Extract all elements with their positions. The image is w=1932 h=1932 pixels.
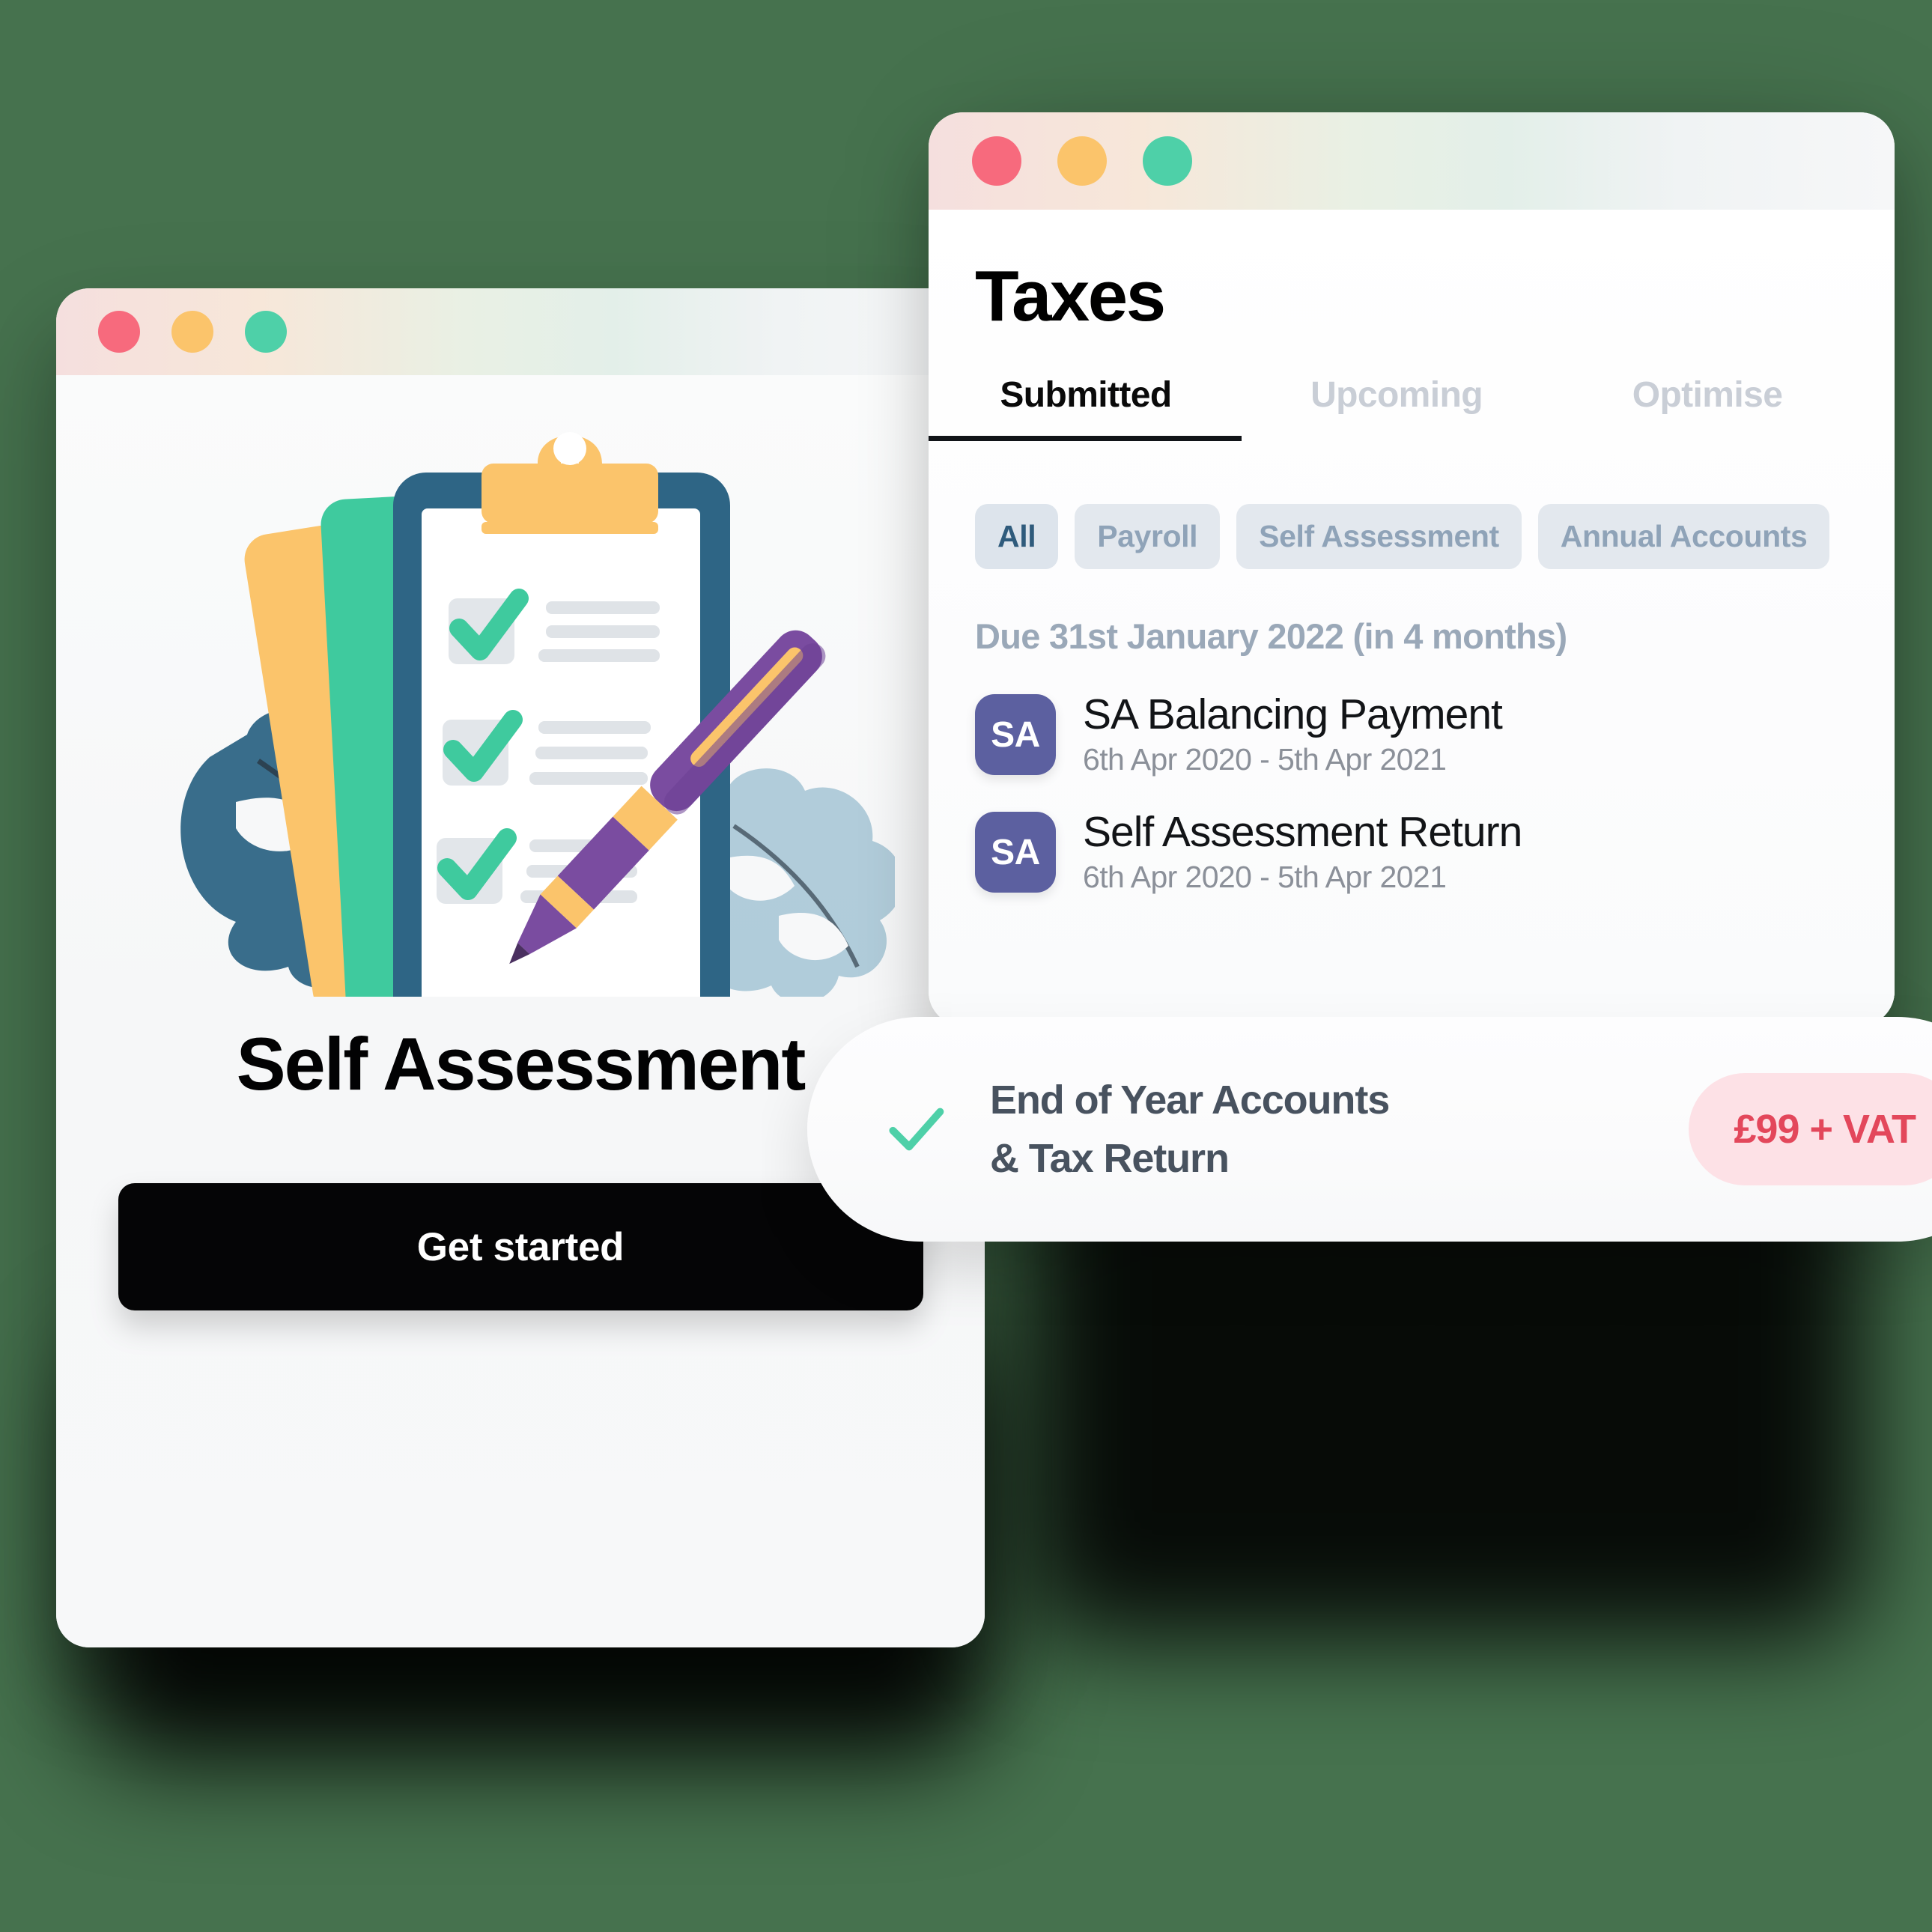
eoy-line-2: & Tax Return [990,1136,1230,1181]
tab-optimise[interactable]: Optimise [1550,374,1865,441]
sa-badge-icon: SA [975,812,1056,893]
list-item-title: Self Assessment Return [1083,807,1522,856]
list-item-title: SA Balancing Payment [1083,690,1503,738]
filter-chip-annual-accounts[interactable]: Annual Accounts [1537,504,1830,569]
maximize-button-icon[interactable] [1143,136,1192,186]
filter-chip-self-assessment[interactable]: Self Assessment [1236,504,1522,569]
filter-chip-all[interactable]: All [975,504,1059,569]
clipboard-checklist-illustration [180,432,895,997]
list-item[interactable]: SA Self Assessment Return 6th Apr 2020 -… [975,807,1895,895]
taxes-window-body: Taxes Submitted Upcoming Optimise All Pa… [929,210,1895,1026]
list-item-text: Self Assessment Return 6th Apr 2020 - 5t… [1083,807,1522,895]
self-assessment-window: Self Assessment Get started [56,288,985,1647]
end-of-year-accounts-label: End of Year Accounts & Tax Return [990,1071,1648,1188]
left-window-titlebar [56,288,985,375]
active-tab-indicator [929,436,1242,441]
close-button-icon[interactable] [972,136,1021,186]
minimize-button-icon[interactable] [171,311,213,353]
list-item-period: 6th Apr 2020 - 5th Apr 2021 [1083,741,1447,777]
taxes-filter-chips: All Payroll Self Assessment Annual Accou… [929,441,1895,569]
taxes-window-titlebar [929,112,1895,210]
close-button-icon[interactable] [98,311,140,353]
end-of-year-accounts-card[interactable]: End of Year Accounts & Tax Return £99 + … [807,1017,1932,1242]
get-started-button[interactable]: Get started [118,1183,923,1310]
list-item-text: SA Balancing Payment 6th Apr 2020 - 5th … [1083,690,1503,777]
tab-submitted[interactable]: Submitted [929,374,1243,441]
taxes-tab-bar: Submitted Upcoming Optimise [929,332,1895,441]
price-badge[interactable]: £99 + VAT [1689,1073,1932,1185]
taxes-page-title: Taxes [975,256,1166,336]
page-title: Self Assessment [236,1022,806,1105]
sa-badge-icon: SA [975,694,1056,776]
taxes-window: Taxes Submitted Upcoming Optimise All Pa… [929,112,1895,1026]
due-date-heading: Due 31st January 2022 (in 4 months) [975,616,1567,656]
eoy-line-1: End of Year Accounts [990,1077,1390,1123]
maximize-button-icon[interactable] [245,311,287,353]
tax-item-list: SA SA Balancing Payment 6th Apr 2020 - 5… [929,657,1895,895]
check-icon [889,1108,944,1151]
filter-chip-payroll[interactable]: Payroll [1075,504,1221,569]
tab-upcoming[interactable]: Upcoming [1243,374,1550,441]
minimize-button-icon[interactable] [1057,136,1107,186]
list-item[interactable]: SA SA Balancing Payment 6th Apr 2020 - 5… [975,690,1895,777]
list-item-period: 6th Apr 2020 - 5th Apr 2021 [1083,859,1447,894]
left-window-body: Self Assessment Get started [56,375,985,1647]
